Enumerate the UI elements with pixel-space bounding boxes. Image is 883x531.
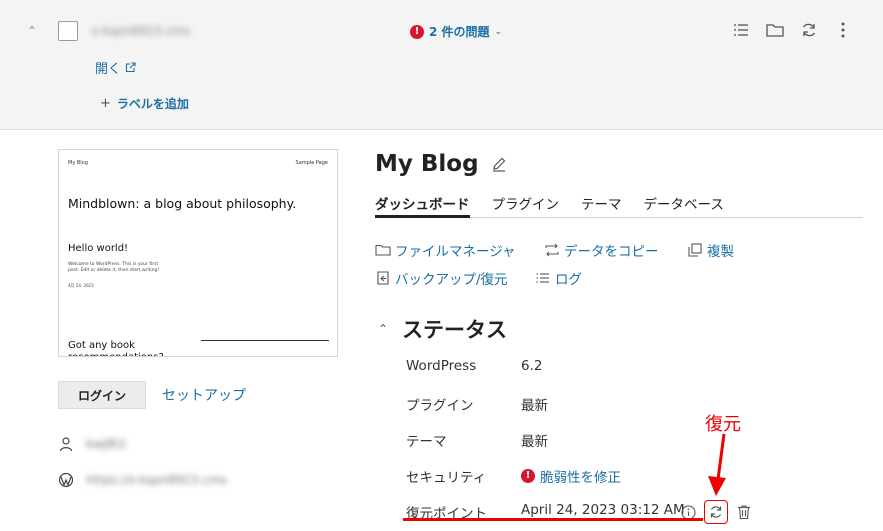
log-label: ログ [555,272,582,288]
tab-dashboard[interactable]: ダッシュボード [375,193,470,218]
preview-next-heading: Got any book recommendations? [68,340,164,356]
collapse-caret-icon[interactable]: ⌃ [24,23,40,39]
site-url-row: https://s-kqsn8923.cms [58,472,227,488]
issues-label: 2 件の問題 [429,25,490,39]
restore-button[interactable] [704,500,728,524]
status-row-plugins: プラグイン 最新 [406,394,548,414]
preview-heading: Mindblown: a blog about philosophy. [68,196,297,211]
error-icon: ! [410,24,424,39]
restore-icon [710,506,722,518]
login-button[interactable]: ログイン [58,381,146,409]
tab-themes[interactable]: テーマ [581,193,622,217]
backup-restore-label: バックアップ/復元 [395,272,508,288]
refresh-icon[interactable] [799,20,819,40]
edit-pencil-icon[interactable] [491,156,507,172]
duplicate-link[interactable]: 複製 [687,240,734,260]
wordpress-icon [58,472,74,488]
preview-post-title: Hello world! [68,243,129,254]
site-select-checkbox[interactable] [58,21,78,41]
annotation-arrow [708,433,726,496]
copy-data-link[interactable]: データをコピー [544,240,659,260]
backup-restore-link[interactable]: バックアップ/復元 [375,268,508,288]
collapse-caret-icon: ⌃ [378,322,389,336]
open-site-link[interactable]: 開く [95,58,136,77]
preview-nav-sample-page: Sample Page [295,160,328,166]
status-row-wordpress: WordPress 6.2 [406,358,542,374]
plus-icon: + [100,96,111,111]
status-heading: ステータス [402,318,508,342]
more-vertical-icon[interactable] [833,20,853,40]
copy-data-label: データをコピー [564,244,659,260]
site-title: My Blog [375,151,507,177]
status-label: プラグイン [406,398,474,414]
status-label: テーマ [406,434,447,450]
site-url: https://s-kqsn8923.cms [86,473,227,487]
log-link[interactable]: ログ [535,268,582,288]
preview-post-text: Welcome to WordPress. This is your first… [68,262,160,273]
status-label: セキュリティ [406,470,487,486]
status-row-security: セキュリティ ! 脆弱性を修正 [406,466,621,486]
add-label-button[interactable]: + ラベルを追加 [100,95,189,112]
setup-link[interactable]: セットアップ [162,385,246,405]
site-title-text: My Blog [375,151,479,177]
preview-post-date: 4月 24, 2023 [68,283,94,288]
file-manager-label: ファイルマネージャ [395,244,516,260]
issues-dropdown[interactable]: ! 2 件の問題 ⌄ [410,23,502,40]
copy-icon [688,243,702,257]
tab-plugins[interactable]: プラグイン [492,193,560,217]
add-label-text: ラベルを追加 [116,97,189,111]
status-section-header[interactable]: ⌃ ステータス [378,314,507,344]
preview-divider [201,340,329,341]
status-value: 6.2 [521,358,543,374]
open-label: 開く [95,62,122,77]
status-value: 最新 [521,434,548,450]
header-toolbar [731,20,853,40]
backup-icon [377,271,389,285]
list-icon[interactable] [731,20,751,40]
chevron-down-icon: ⌄ [494,26,503,37]
fix-vulnerabilities-label: 脆弱性を修正 [540,470,621,486]
site-domain: s-kqsn8923.cms [92,24,190,38]
duplicate-label: 複製 [707,244,734,260]
preview-site-name: My Blog [68,160,88,166]
fix-vulnerabilities-link[interactable]: ! 脆弱性を修正 [521,466,621,486]
site-tabs: ダッシュボード プラグイン テーマ データベース [375,193,863,218]
folder-icon [375,244,391,256]
external-link-icon [125,62,136,73]
status-label: WordPress [406,358,477,374]
user-icon [59,437,73,452]
site-header: ⌃ s-kqsn8923.cms ! 2 件の問題 ⌄ 開く + ラベルを追加 [0,0,883,130]
status-row-themes: テーマ 最新 [406,430,548,450]
user-name: kwj8t2 [86,437,127,451]
trash-icon[interactable] [736,504,752,520]
site-preview-thumbnail[interactable]: My Blog Sample Page Mindblown: a blog ab… [58,149,338,357]
error-icon: ! [521,469,535,483]
tab-database[interactable]: データベース [644,193,724,217]
status-value: 最新 [521,398,548,414]
folder-icon[interactable] [765,20,785,40]
list-icon [536,273,549,283]
annotation-underline [403,518,703,521]
file-manager-link[interactable]: ファイルマネージャ [375,240,516,260]
user-row: kwj8t2 [58,436,126,452]
sync-arrows-icon [545,243,559,257]
